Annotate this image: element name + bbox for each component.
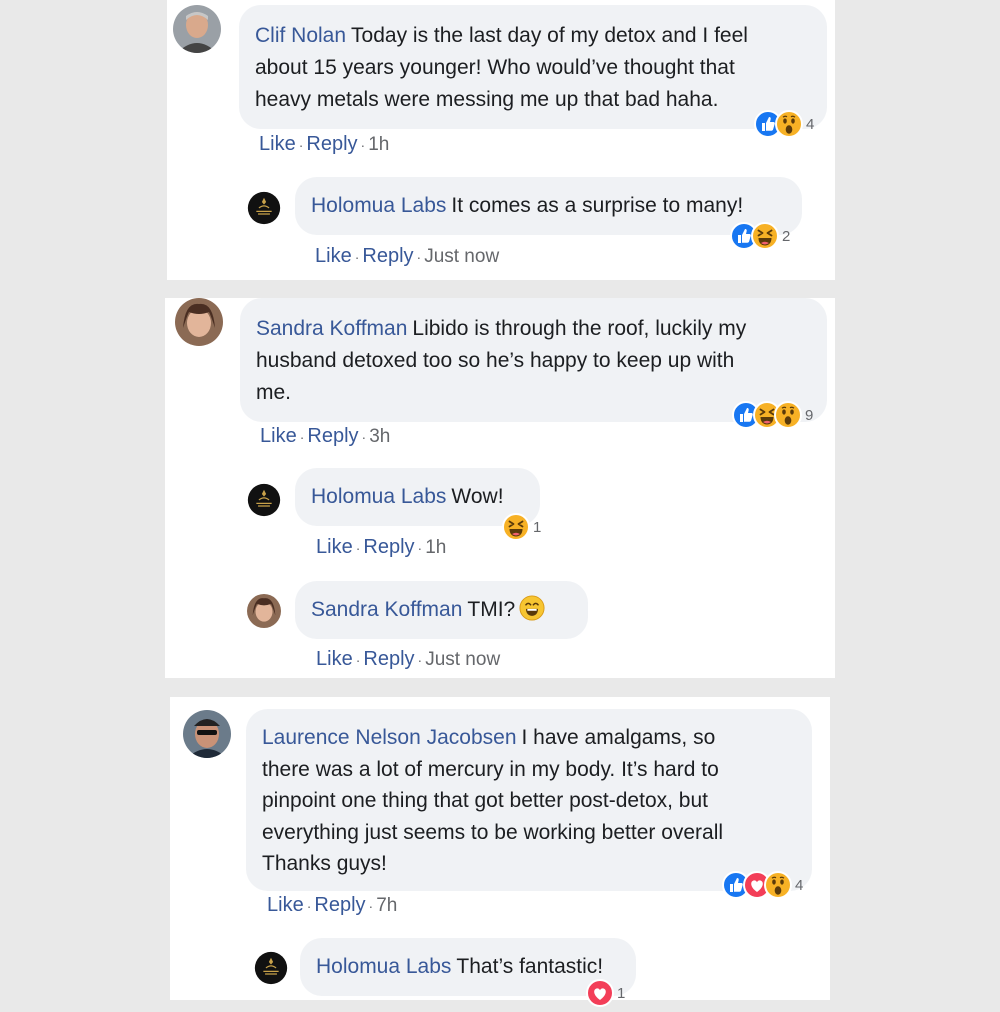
separator-dot: · [355,652,361,668]
reaction-summary[interactable]: 9 [732,401,813,429]
reply-text: It comes as a surprise to many! [451,194,744,217]
comment-text: me. [256,381,292,404]
reply-bubble: Sandra Koffman TMI? [295,581,588,639]
reaction-summary[interactable]: 4 [754,110,814,138]
wow-reaction-icon [775,110,803,138]
comment-bubble: Clif Nolan Today is the last day of my de… [239,5,827,129]
avatar[interactable] [247,191,281,225]
haha-reaction-icon [502,513,530,541]
reaction-summary[interactable]: 2 [730,222,790,250]
reply-author-link[interactable]: Sandra Koffman [311,598,462,621]
reply-author-link[interactable]: Holomua Labs [311,485,446,508]
wow-reaction-icon [774,401,802,429]
profile-photo-icon [247,594,281,628]
comment-card-1: Clif Nolan Today is the last day of my de… [167,0,835,280]
reaction-summary[interactable]: 4 [722,871,803,899]
reply-link[interactable]: Reply [362,245,413,267]
separator-dot: · [361,429,367,445]
reply-actions: Like · Reply · 1h [316,536,446,559]
comment-author-link[interactable]: Clif Nolan [255,24,346,47]
love-reaction-icon [586,979,614,1007]
comment-timestamp[interactable]: 7h [376,895,397,916]
holomua-logo-icon [247,483,281,517]
profile-photo-icon [183,710,231,758]
reply-link[interactable]: Reply [363,536,414,558]
reply-text: TMI? [467,598,516,621]
comment-text: about 15 years younger! Who would’ve tho… [255,56,735,79]
avatar[interactable] [254,951,288,985]
reply-timestamp[interactable]: 1h [425,537,446,558]
holomua-logo-icon [247,191,281,225]
reply-author-link[interactable]: Holomua Labs [311,194,446,217]
reaction-count: 9 [805,406,814,424]
comment-text: everything just seems to be working bett… [262,820,724,844]
like-link[interactable]: Like [259,133,296,155]
reply-text: That’s fantastic! [456,955,604,978]
haha-reaction-icon [751,222,779,250]
separator-dot: · [298,137,304,153]
profile-photo-icon [175,298,223,346]
comment-text: there was a lot of mercury in my body. I… [262,757,719,781]
comment-text: Thanks guys! [262,852,387,875]
separator-dot: · [354,249,360,265]
like-link[interactable]: Like [267,894,304,916]
reply-link[interactable]: Reply [307,425,358,447]
reaction-count: 4 [795,876,804,894]
profile-photo-icon [173,5,221,53]
reaction-count: 1 [617,984,626,1002]
wow-reaction-icon [764,871,792,899]
separator-dot: · [417,652,423,668]
reply-author-link[interactable]: Holomua Labs [316,955,451,978]
like-link[interactable]: Like [260,425,297,447]
reaction-count: 4 [806,115,815,133]
separator-dot: · [360,137,366,153]
comment-actions: Like · Reply · 3h [260,425,390,448]
reply-text: Wow! [451,485,504,508]
reply-actions: Like · Reply · Just now [315,245,499,268]
avatar[interactable] [175,298,223,346]
avatar[interactable] [247,483,281,517]
comment-text: I have amalgams, so [521,726,716,749]
separator-dot: · [416,249,422,265]
comment-actions: Like · Reply · 1h [259,133,389,156]
reaction-count: 1 [533,518,542,536]
reaction-summary[interactable]: 1 [586,979,625,1007]
reply-timestamp[interactable]: Just now [424,246,499,267]
like-link[interactable]: Like [316,648,353,670]
comment-text: heavy metals were messing me up that bad… [255,88,719,111]
reply-actions: Like · Reply · Just now [316,648,500,671]
comment-text: Today is the last day of my detox and I … [351,24,748,47]
avatar[interactable] [183,710,231,758]
like-link[interactable]: Like [316,536,353,558]
reply-timestamp[interactable]: Just now [425,649,500,670]
separator-dot: · [306,898,312,914]
reaction-count: 2 [782,227,791,245]
reaction-summary[interactable]: 1 [502,513,541,541]
like-link[interactable]: Like [315,245,352,267]
separator-dot: · [355,540,361,556]
separator-dot: · [368,898,374,914]
reply-link[interactable]: Reply [363,648,414,670]
separator-dot: · [299,429,305,445]
reply-bubble: Holomua Labs It comes as a surprise to ma… [295,177,802,235]
separator-dot: · [417,540,423,556]
laughing-face-icon [519,595,545,621]
comment-timestamp[interactable]: 1h [368,134,389,155]
comment-text: husband detoxed too so he’s happy to kee… [256,349,735,372]
comment-actions: Like · Reply · 7h [267,894,397,917]
comment-timestamp[interactable]: 3h [369,426,390,447]
holomua-logo-icon [254,951,288,985]
reply-link[interactable]: Reply [314,894,365,916]
comment-text: pinpoint one thing that got better post-… [262,789,708,812]
comment-author-link[interactable]: Sandra Koffman [256,317,407,340]
comment-bubble: Laurence Nelson Jacobsen I have amalgams,… [246,709,812,891]
comment-card-2: Sandra Koffman Libido is through the roof… [165,298,835,678]
avatar[interactable] [173,5,221,53]
comment-text: Libido is through the roof, luckily my [412,317,747,340]
comment-author-link[interactable]: Laurence Nelson Jacobsen [262,726,517,749]
avatar[interactable] [247,594,281,628]
comment-card-3: Laurence Nelson Jacobsen I have amalgams,… [170,697,830,1000]
reply-link[interactable]: Reply [306,133,357,155]
